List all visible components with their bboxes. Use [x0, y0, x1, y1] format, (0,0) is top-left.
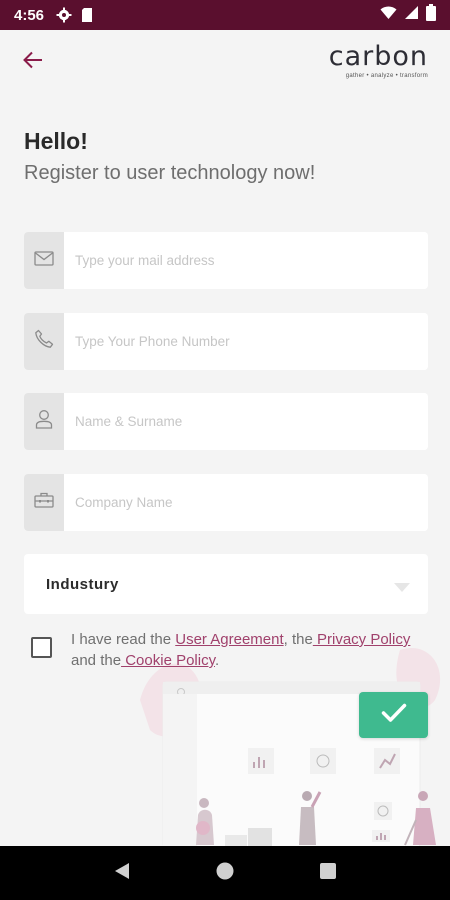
company-icon-box: [24, 474, 64, 531]
email-input[interactable]: [64, 232, 428, 289]
page-title: Hello!: [24, 128, 88, 154]
page-subtitle: Register to user technology now!: [24, 162, 316, 184]
email-icon-box: [24, 232, 64, 289]
agreement-text-2: , the: [283, 631, 313, 648]
phone-input[interactable]: [64, 313, 428, 370]
background-illustration: [130, 640, 450, 850]
cookie-policy-link[interactable]: Cookie Policy: [121, 652, 215, 669]
check-icon: [381, 703, 407, 728]
gear-icon: [56, 7, 72, 23]
user-agreement-link[interactable]: User Agreement: [175, 631, 283, 648]
battery-icon: [426, 4, 436, 26]
agreement-text: I have read the User Agreement, the Priv…: [71, 629, 421, 671]
logo-tagline: gather • analyze • transform: [345, 73, 428, 79]
privacy-policy-link[interactable]: Privacy Policy: [313, 631, 410, 648]
caret-down-icon: [394, 579, 410, 597]
agreement-text-3: and the: [71, 652, 122, 669]
nav-home-button[interactable]: [210, 858, 240, 888]
arrow-left-icon: [23, 51, 43, 74]
status-bar: 4:56: [0, 0, 450, 30]
signal-icon: [404, 5, 419, 25]
agreement-checkbox[interactable]: [31, 637, 52, 658]
navigation-bar: [0, 846, 450, 900]
agreement-text-4: .: [214, 652, 220, 669]
nav-back-button[interactable]: [107, 858, 137, 888]
briefcase-icon: [34, 492, 54, 513]
phone-icon: [34, 329, 54, 354]
wifi-icon: [380, 5, 397, 25]
submit-button[interactable]: [359, 692, 428, 738]
phone-icon-box: [24, 313, 64, 370]
recents-square-icon: [320, 862, 337, 884]
name-field: [24, 393, 428, 450]
name-icon-box: [24, 393, 64, 450]
agreement-text-1: I have read the: [71, 631, 172, 648]
company-input[interactable]: [64, 474, 428, 531]
carbon-logo: carbon gather • analyze • transform: [310, 42, 428, 86]
home-circle-icon: [216, 862, 234, 885]
email-field: [24, 232, 428, 289]
back-button[interactable]: [18, 48, 48, 76]
back-triangle-icon: [114, 862, 130, 885]
status-icons: [380, 4, 436, 26]
nav-recents-button[interactable]: [313, 858, 343, 888]
user-icon: [35, 409, 53, 434]
sd-card-icon: [80, 7, 96, 23]
industry-dropdown[interactable]: Industury: [24, 554, 428, 614]
industry-label: Industury: [46, 575, 119, 593]
name-input[interactable]: [64, 393, 428, 450]
phone-field: [24, 313, 428, 370]
status-time: 4:56: [14, 6, 45, 24]
mail-icon: [34, 250, 54, 271]
company-field: [24, 474, 428, 531]
logo-word: carbon: [328, 41, 428, 72]
